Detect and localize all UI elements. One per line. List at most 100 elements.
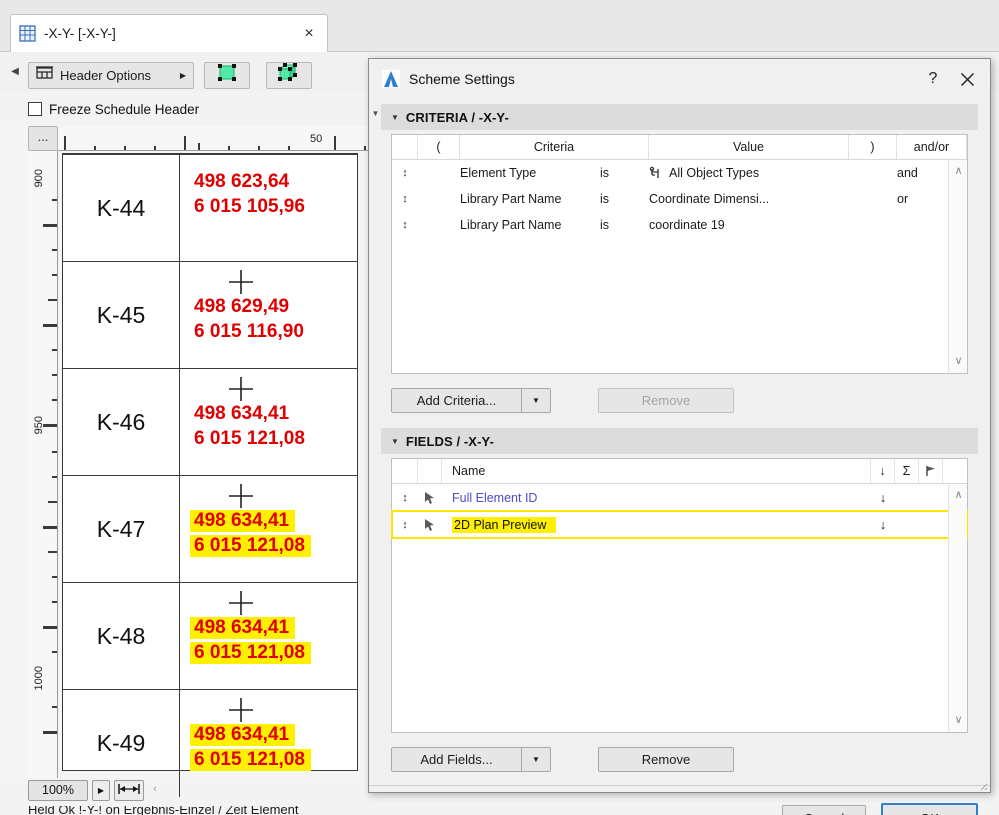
crosshair-icon [228, 376, 254, 402]
scroll-up-icon[interactable]: ∧ [949, 486, 968, 505]
fit-width-icon[interactable] [114, 780, 144, 801]
scroll-down-icon[interactable]: ∨ [949, 352, 968, 371]
coord-y: 6 015 116,90 [194, 321, 304, 342]
coord-x: 498 634,41 [189, 510, 296, 532]
table-row[interactable]: K-46 498 634,41 6 015 121,08 [63, 369, 357, 476]
vruler-label-900: 900 [33, 169, 45, 188]
dialog-separator [369, 785, 990, 786]
add-criteria-button[interactable]: Add Criteria... [391, 388, 521, 413]
criteria-row[interactable]: ↕ Library Part Name is Coordinate Dimens… [392, 186, 967, 212]
row-drag-handle[interactable]: ↕ [392, 519, 418, 531]
close-icon[interactable]: × [299, 24, 319, 44]
field-name[interactable]: Full Element ID [442, 491, 871, 505]
cell-value[interactable]: All Object Types [649, 166, 849, 181]
field-sort-icon[interactable]: ↓ [871, 518, 895, 532]
coord-x: 498 634,41 [189, 724, 296, 746]
col-close-paren: ) [849, 135, 897, 159]
remove-fields-button[interactable]: Remove [598, 747, 734, 772]
vertical-ruler[interactable]: 900 950 1000 [28, 151, 58, 778]
cell-value[interactable]: Coordinate Dimensi... [649, 192, 849, 206]
table-row[interactable]: K-44 498 623,64 6 015 105,96 [63, 155, 357, 262]
zoom-previous-button[interactable]: ‹ [148, 780, 162, 801]
col-pointer [418, 459, 442, 483]
flag-icon[interactable] [919, 459, 943, 483]
horizontal-ruler[interactable]: 50 [58, 126, 372, 151]
row-drag-handle[interactable]: ↕ [392, 219, 418, 231]
schedule-table[interactable]: K-44 498 623,64 6 015 105,96 K-45 498 62… [62, 153, 358, 797]
fields-scrollbar[interactable]: ∧ ∨ [948, 484, 967, 732]
add-criteria-dropdown-arrow-icon[interactable]: ▼ [521, 388, 551, 413]
arrow-cursor-icon[interactable] [418, 518, 442, 532]
resize-grip-icon[interactable] [976, 779, 988, 791]
cell-value[interactable]: coordinate 19 [649, 218, 849, 232]
freeze-schedule-header-checkbox[interactable]: Freeze Schedule Header [28, 99, 199, 119]
collapse-panel-arrow-icon[interactable]: ◀ [8, 62, 22, 82]
add-fields-button[interactable]: Add Fields... [391, 747, 521, 772]
sort-down-icon[interactable]: ↓ [871, 459, 895, 483]
col-andor: and/or [897, 135, 967, 159]
criteria-list[interactable]: ( Criteria Value ) and/or ↕ Element Type… [391, 134, 968, 374]
field-row[interactable]: ↕ Full Element ID ↓ [392, 484, 967, 511]
cell-plan-preview: 498 634,41 6 015 121,08 [180, 369, 357, 475]
tab-strip: -X-Y- [-X-Y-] × [0, 0, 999, 52]
cell-criteria[interactable]: Library Part Name is [460, 192, 649, 206]
dialog-collapse-icon[interactable]: ▼ [370, 109, 381, 125]
fields-list[interactable]: Name ↓ Σ ↕ Full Element ID ↓ ↕ 2D Plan P… [391, 458, 968, 733]
tab-xy-schedule[interactable]: -X-Y- [-X-Y-] × [10, 14, 328, 52]
close-icon[interactable] [950, 64, 984, 94]
col-name: Name [442, 459, 871, 483]
table-row[interactable]: K-47 498 634,41 6 015 121,08 [63, 476, 357, 583]
coord-x: 498 629,49 [194, 296, 290, 317]
row-drag-handle[interactable]: ↕ [392, 492, 418, 504]
crosshair-icon [228, 590, 254, 616]
row-drag-handle[interactable]: ↕ [392, 167, 418, 179]
zoom-next-button[interactable]: ▶ [92, 780, 110, 801]
zoom-bar: 100% ▶ ‹ [28, 778, 372, 804]
zoom-level-display[interactable]: 100% [28, 780, 88, 801]
cancel-button[interactable]: Cancel [782, 805, 866, 815]
2d-view-icon [216, 63, 238, 88]
cell-criteria[interactable]: Element Type is [460, 166, 649, 180]
dialog-titlebar[interactable]: Scheme Settings ? [369, 59, 990, 99]
add-fields-dropdown-arrow-icon[interactable]: ▼ [521, 747, 551, 772]
field-row[interactable]: ↕ 2D Plan Preview ↓ [391, 510, 968, 539]
show-2d-button[interactable] [204, 62, 250, 89]
criteria-scrollbar[interactable]: ∧ ∨ [948, 160, 967, 373]
criteria-section-header[interactable]: ▼ CRITERIA / -X-Y- [381, 104, 978, 130]
help-icon[interactable]: ? [916, 64, 950, 94]
criteria-value: coordinate 19 [649, 218, 725, 232]
grid-table-icon [19, 25, 36, 42]
criteria-operator: is [600, 218, 610, 232]
arrow-cursor-icon[interactable] [418, 491, 442, 505]
coordinate-text: 498 623,64 6 015 105,96 [194, 169, 371, 219]
coordinate-text: 498 634,41 6 015 121,08 [189, 508, 371, 558]
show-3d-button[interactable] [266, 62, 312, 89]
criteria-row[interactable]: ↕ Element Type is All Object Types and [392, 160, 967, 186]
table-row[interactable]: K-48 498 634,41 6 015 121,08 [63, 583, 357, 690]
fields-section-header[interactable]: ▼ FIELDS / -X-Y- [381, 428, 978, 454]
col-end [943, 459, 967, 483]
header-options-button[interactable]: Header Options ▶ [28, 62, 194, 89]
field-sort-icon[interactable]: ↓ [871, 491, 895, 505]
sum-sigma-icon[interactable]: Σ [895, 459, 919, 483]
criteria-value: All Object Types [669, 166, 760, 180]
scroll-up-icon[interactable]: ∧ [949, 162, 968, 181]
cell-element-id: K-48 [63, 583, 180, 689]
ruler-corner-button[interactable]: ... [28, 126, 58, 151]
cell-plan-preview: 498 634,41 6 015 121,08 [180, 583, 357, 689]
ok-button[interactable]: OK [881, 803, 978, 815]
status-text-cutoff: Held Ok !-Y-! on Ergebnis-Einzel / Zeit … [28, 806, 299, 815]
scroll-down-icon[interactable]: ∨ [949, 711, 968, 730]
criteria-row[interactable]: ↕ Library Part Name is coordinate 19 [392, 212, 967, 238]
criteria-name: Library Part Name [460, 192, 562, 206]
row-drag-handle[interactable]: ↕ [392, 193, 418, 205]
fields-column-headers: Name ↓ Σ [392, 459, 967, 484]
schedule-canvas: ... 50 900 950 1000 K-44 498 623,64 6 01… [0, 126, 372, 801]
cell-criteria[interactable]: Library Part Name is [460, 218, 649, 232]
coord-y: 6 015 121,08 [190, 642, 311, 664]
table-row[interactable]: K-45 498 629,49 6 015 116,90 [63, 262, 357, 369]
field-name[interactable]: 2D Plan Preview [442, 516, 871, 533]
col-drag [392, 135, 418, 159]
tab-label: -X-Y- [-X-Y-] [44, 26, 116, 41]
remove-criteria-button[interactable]: Remove [598, 388, 734, 413]
